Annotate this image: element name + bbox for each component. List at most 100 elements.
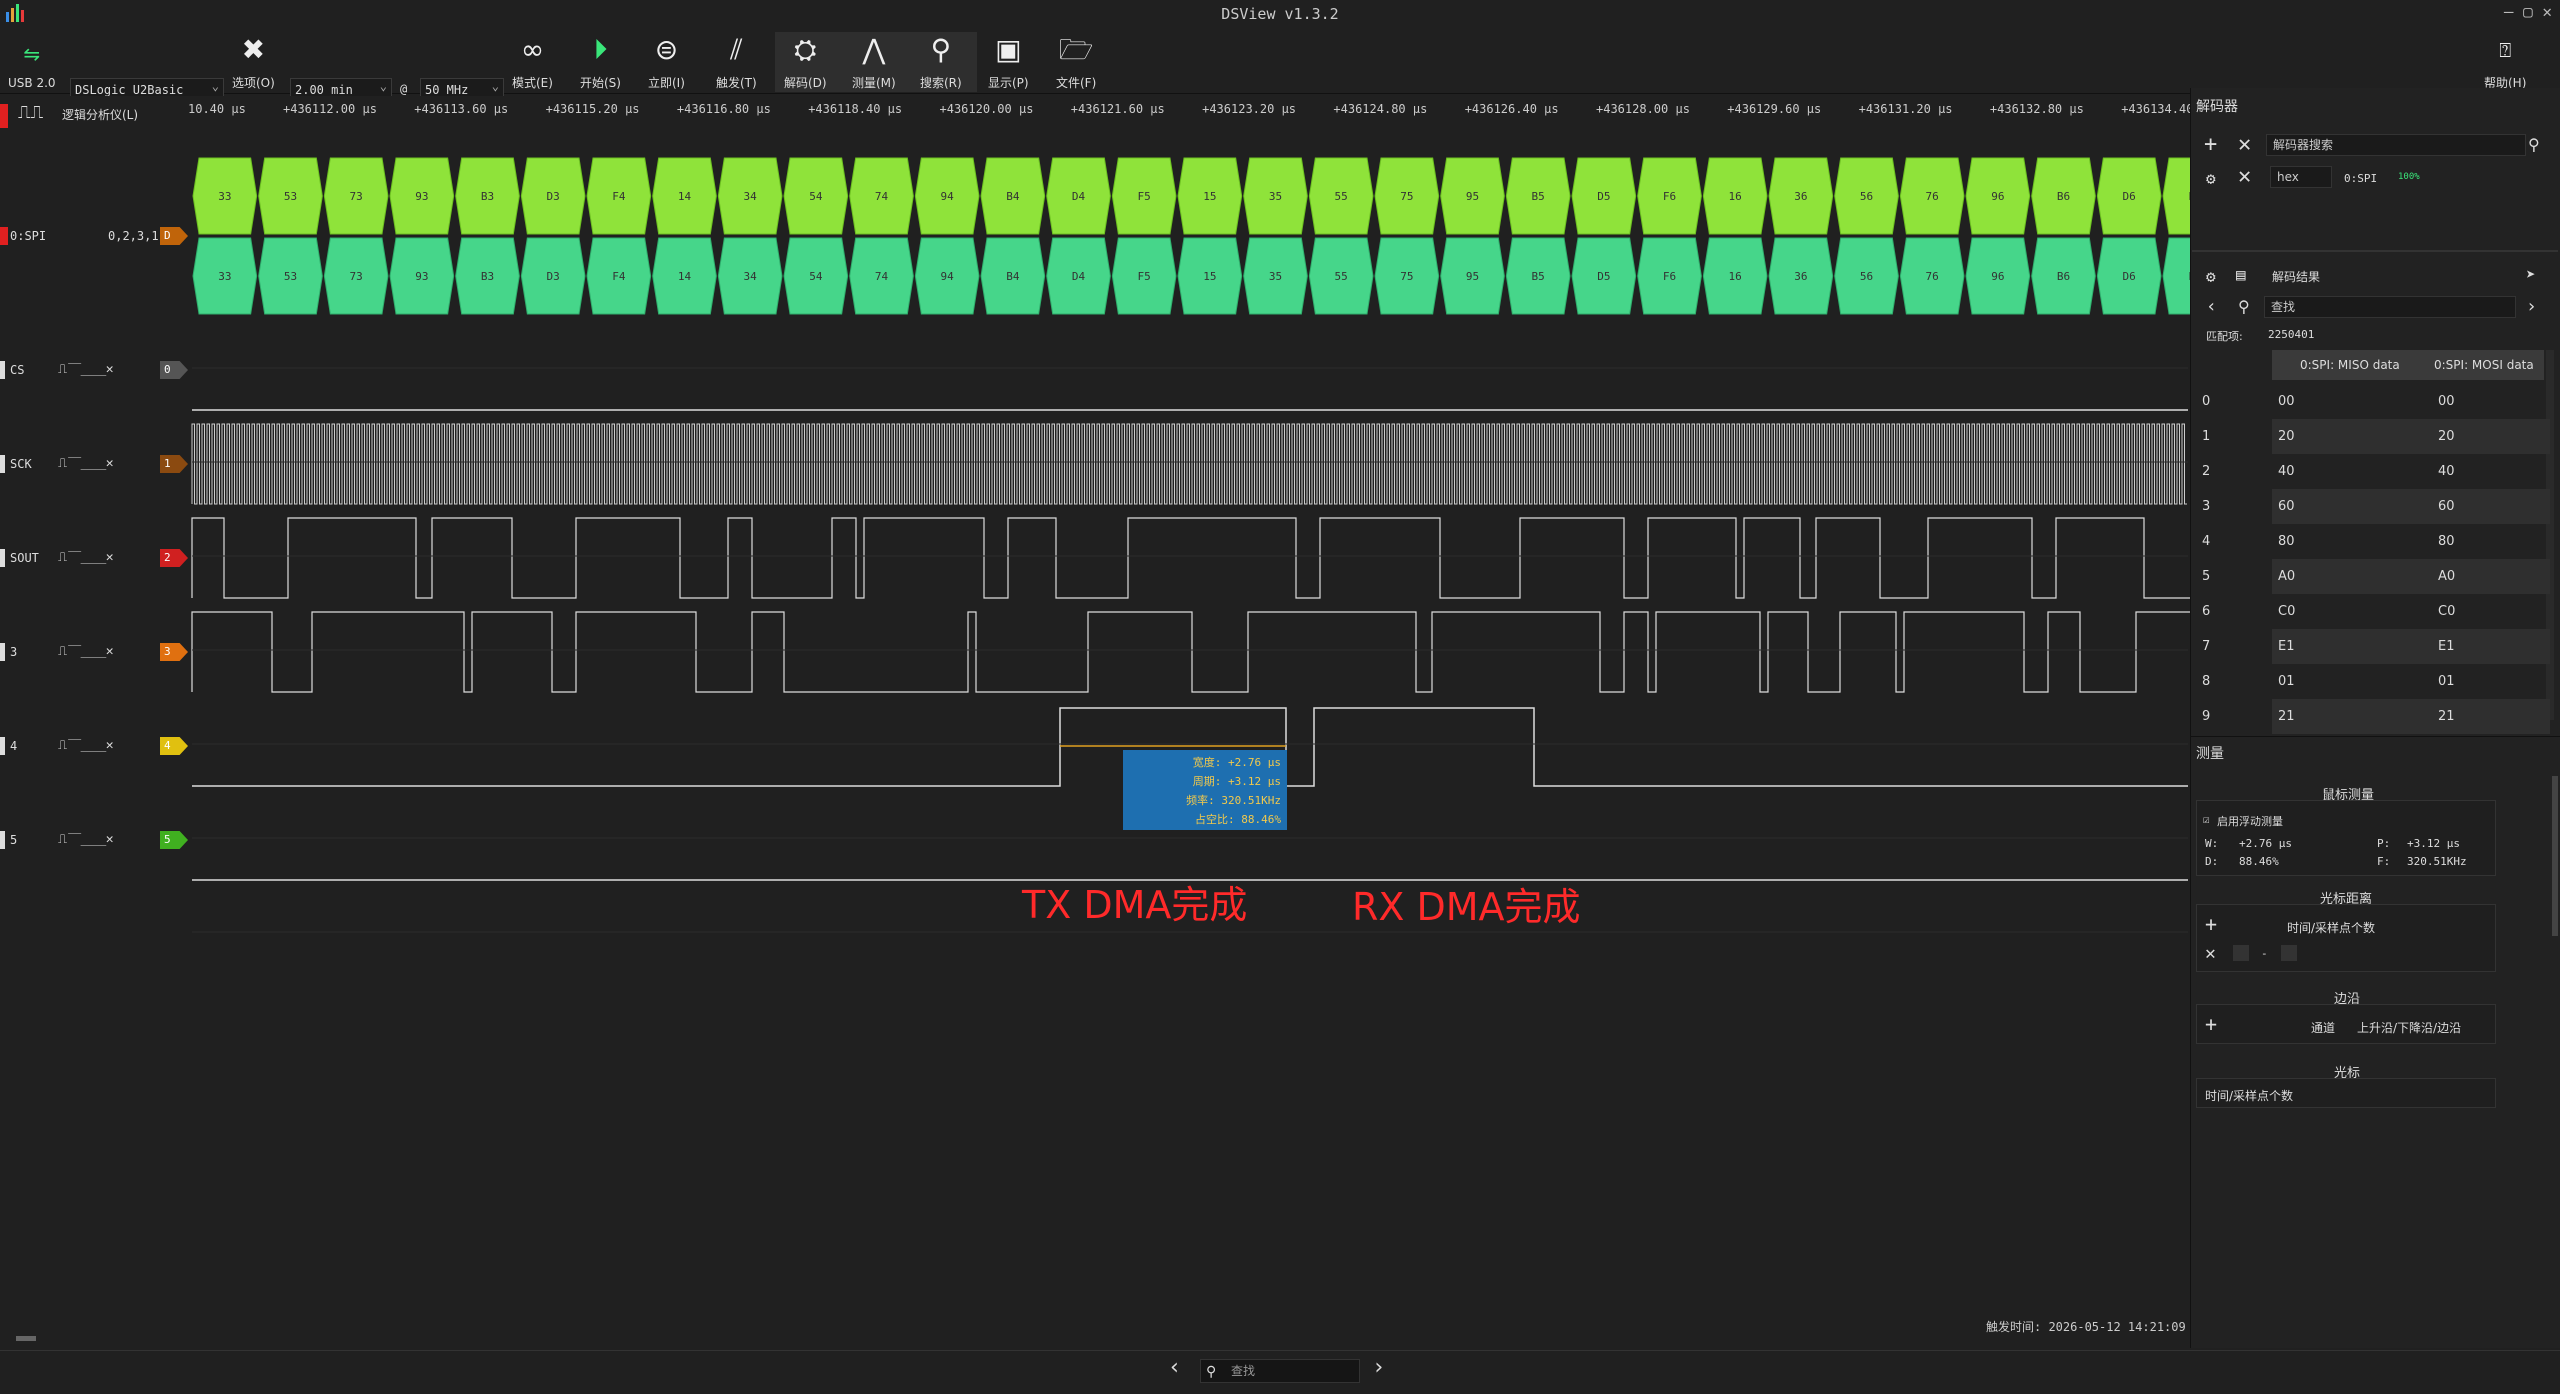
table-row[interactable]: 3 60 60 [2196, 489, 2550, 524]
channel-name[interactable]: 3 [10, 645, 17, 659]
col-miso-header[interactable]: 0:SPI: MISO data [2300, 358, 2400, 372]
channel-name[interactable]: 4 [10, 739, 17, 753]
table-row[interactable]: 5 A0 A0 [2196, 559, 2550, 594]
channel-marker[interactable] [0, 361, 5, 379]
instant-icon: ⊜ [654, 33, 679, 66]
results-settings-icon[interactable]: ⚙ [2206, 266, 2216, 288]
cursor-b-select[interactable] [2281, 945, 2297, 961]
table-row[interactable]: 1 20 20 [2196, 419, 2550, 454]
display-icon: ▣ [995, 33, 1022, 66]
channel-name[interactable]: 5 [10, 833, 17, 847]
ruler-tick: +436131.20 µs [1858, 102, 1953, 116]
mosi-cell: 60 [2428, 489, 2550, 524]
usb-status: ⇋ USB 2.0 [8, 38, 56, 90]
decode-byte: 15 [1203, 190, 1216, 203]
channel-marker[interactable] [0, 455, 5, 473]
file-button[interactable]: 🗁 文件(F) [1056, 34, 1096, 91]
trigger-setting[interactable]: ⎍⎺⎽⎽✕ [58, 832, 115, 847]
measure-button[interactable]: ⋀ 测量(M) [852, 34, 896, 91]
trigger-setting[interactable]: ⎍⎺⎽⎽✕ [58, 738, 115, 753]
logic-analyzer-label: 逻辑分析仪(L) [62, 108, 139, 122]
usb-icon: ⇋ [23, 42, 41, 66]
channel-marker[interactable] [0, 643, 5, 661]
decode-button[interactable]: ⛭ 解码(D) [784, 34, 827, 91]
miso-cell: 60 [2272, 489, 2428, 524]
trigger-setting[interactable]: ⎍⎺⎽⎽✕ [58, 456, 115, 471]
next-search-icon[interactable]: › [1372, 1357, 1385, 1379]
h-scrollbar[interactable] [0, 1334, 2190, 1344]
window-controls[interactable]: — ▢ ✕ [2504, 2, 2552, 21]
add-edge-icon[interactable]: + [2205, 1013, 2217, 1035]
table-row[interactable]: 6 C0 C0 [2196, 594, 2546, 629]
next-result-icon[interactable]: › [2526, 296, 2537, 318]
help-button[interactable]: ⍰ 帮助(H) [2484, 34, 2526, 91]
find-icon[interactable]: ⚲ [2238, 296, 2250, 318]
mode-button[interactable]: ∞ 模式(E) [512, 34, 553, 91]
bottom-search-input[interactable]: 查找 [1200, 1359, 1360, 1383]
float-measure-checkbox[interactable]: ☑ [2203, 813, 2210, 826]
decode-byte: 94 [941, 270, 955, 283]
time-ruler[interactable]: ⎍⎍ 逻辑分析仪(L) 10.40 µs +436112.00 µs +436113… [0, 96, 2193, 140]
decode-byte: 95 [1466, 190, 1479, 203]
channel-marker[interactable] [0, 549, 5, 567]
channel-name[interactable]: SOUT [10, 551, 39, 565]
search-icon[interactable]: ⚲ [2528, 134, 2540, 156]
save-icon[interactable]: ▤ [2236, 264, 2246, 286]
ruler-tick: +436113.60 µs [414, 102, 509, 116]
decode-byte: 14 [678, 190, 692, 203]
trigger-setting[interactable]: ⎍⎺⎽⎽✕ [58, 550, 115, 565]
channel-name[interactable]: SCK [10, 457, 32, 471]
table-row[interactable]: 7 E1 E1 [2196, 629, 2550, 664]
options-button[interactable]: ✖ 选项(O) [232, 34, 275, 91]
results-find-input[interactable]: 查找 [2264, 296, 2516, 318]
decoder-settings-icon[interactable]: ⚙ [2206, 168, 2216, 190]
table-row[interactable]: 2 40 40 [2196, 454, 2546, 489]
miso-cell: A0 [2272, 559, 2428, 594]
decode-byte: F6 [1663, 190, 1676, 203]
search-button[interactable]: ⚲ 搜索(R) [920, 34, 962, 91]
display-button[interactable]: ▣ 显示(P) [988, 34, 1029, 91]
waveform-area[interactable]: 3333535373739393B3B3D3D3F4F4141434345454… [0, 140, 2190, 1320]
trigger-setting[interactable]: ⎍⎺⎽⎽✕ [58, 644, 115, 659]
panel-scrollbar[interactable] [2552, 776, 2558, 936]
search-tool-icon: ⚲ [930, 33, 952, 66]
remove-decoder-icon[interactable]: ✕ [2238, 134, 2251, 156]
decoder-title: 解码器 [2196, 99, 2238, 115]
format-select[interactable]: hex [2270, 166, 2332, 188]
ruler-tick: +436123.20 µs [1202, 102, 1297, 116]
channel-marker[interactable] [0, 831, 5, 849]
table-row[interactable]: 0 00 00 [2196, 384, 2546, 419]
row-index: 1 [2202, 429, 2211, 444]
table-row[interactable]: 8 01 01 [2196, 664, 2546, 699]
instant-button[interactable]: ⊜ 立即(I) [648, 34, 685, 91]
decode-byte: B6 [2057, 190, 2070, 203]
table-row[interactable]: 9 21 21 [2196, 699, 2550, 734]
decoder-search-input[interactable]: 解码器搜索 [2266, 134, 2526, 156]
add-cursor-distance-icon[interactable]: + [2205, 913, 2217, 935]
decode-byte: 36 [1794, 190, 1807, 203]
trigger-setting[interactable]: ⎍⎺⎽⎽✕ [58, 362, 115, 377]
prev-search-icon[interactable]: ‹ [1168, 1357, 1181, 1379]
tx-dma-annotation: TX DMA完成 [1022, 883, 1248, 927]
mosi-cell: 20 [2428, 419, 2550, 454]
table-row[interactable]: 4 80 80 [2196, 524, 2546, 559]
channel-marker[interactable] [0, 737, 5, 755]
cursor-a-select[interactable] [2233, 945, 2249, 961]
add-decoder-icon[interactable]: + [2204, 134, 2217, 156]
la-marker [0, 104, 8, 128]
rx-dma-annotation: RX DMA完成 [1352, 885, 1581, 929]
trigger-button[interactable]: ⫽ 触发(T) [716, 34, 757, 91]
decode-cell [2162, 157, 2190, 235]
navigate-icon[interactable]: ➤ [2526, 264, 2536, 286]
channel-name[interactable]: CS [10, 363, 24, 377]
channel-marker[interactable] [0, 227, 8, 245]
channel-name[interactable]: 0:SPI [10, 229, 46, 243]
start-button[interactable]: ⏵ 开始(S) [580, 34, 621, 91]
decode-byte: 74 [875, 270, 889, 283]
prev-result-icon[interactable]: ‹ [2206, 296, 2217, 318]
remove-cursor-distance-icon[interactable]: ✕ [2205, 943, 2216, 965]
decode-byte: 33 [218, 270, 231, 283]
delete-decoder-icon[interactable]: ✕ [2238, 166, 2251, 188]
col-mosi-header[interactable]: 0:SPI: MOSI data [2434, 358, 2542, 372]
decode-byte: D6 [2123, 190, 2136, 203]
